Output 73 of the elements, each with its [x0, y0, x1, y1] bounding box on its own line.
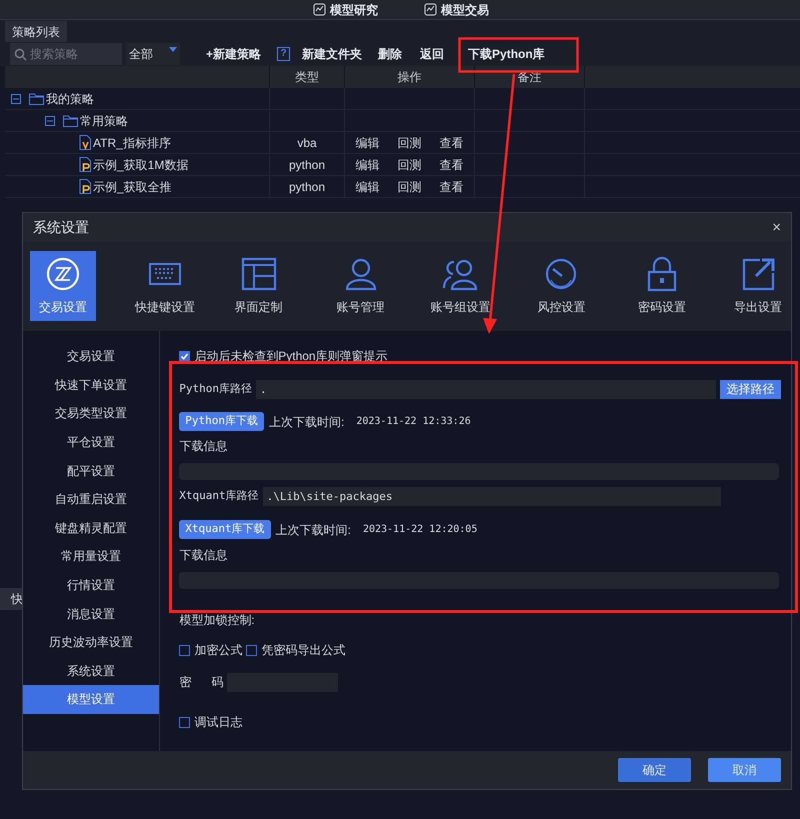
section-label: 模型加锁控制:: [179, 612, 255, 628]
sidebar-item[interactable]: 消息设置: [23, 599, 160, 628]
settings-category-tab[interactable]: 账号管理: [328, 251, 394, 321]
last-download-label: 上次下载时间:: [276, 522, 351, 538]
checkbox-label: 加密公式: [194, 642, 242, 659]
sidebar-item[interactable]: 交易设置: [23, 342, 160, 371]
toolbar-button[interactable]: 下载Python库: [468, 45, 545, 63]
checkbox-label: 凭密码导出公式: [261, 642, 346, 659]
tree-item[interactable]: 常用策略: [80, 112, 128, 130]
settings-category-tab[interactable]: 交易设置: [30, 251, 96, 321]
settings-category-tab[interactable]: 快捷键设置: [132, 251, 198, 321]
checkbox-label: 调试日志: [194, 714, 242, 731]
sidebar-item[interactable]: 系统设置: [23, 656, 160, 686]
toolbar-button[interactable]: +新建策略: [206, 45, 262, 63]
sidebar-item[interactable]: 常用量设置: [23, 542, 160, 571]
path-field[interactable]: .: [256, 380, 716, 398]
action-link[interactable]: 查看: [440, 156, 464, 174]
action-link[interactable]: 回测: [398, 156, 422, 174]
last-download-time: 2023-11-22 12:20:05: [362, 523, 478, 537]
dialog-title: 系统设置: [33, 218, 89, 236]
action-link[interactable]: 回测: [398, 178, 422, 196]
filter-dropdown[interactable]: 全部: [126, 43, 180, 65]
settings-category-tab[interactable]: 账号组设置: [428, 251, 494, 321]
action-link[interactable]: 编辑: [356, 178, 380, 196]
top-tab[interactable]: 模型研究: [313, 0, 378, 18]
sidebar-item[interactable]: 历史波动率设置: [23, 628, 160, 657]
action-link[interactable]: 查看: [440, 178, 464, 196]
path-field[interactable]: .\Lib\site-packages: [262, 486, 721, 506]
action-link[interactable]: 查看: [440, 134, 464, 152]
sidebar-item[interactable]: 键盘精灵配置: [23, 514, 160, 542]
choose-path-button[interactable]: 选择路径: [720, 380, 781, 398]
tree-item[interactable]: ATR_指标排序: [93, 134, 171, 152]
sidebar-item[interactable]: 平仓设置: [23, 428, 160, 456]
download-button[interactable]: Python库下载: [179, 412, 264, 431]
last-download-time: 2023-11-22 12:33:26: [356, 415, 471, 429]
action-link[interactable]: 回测: [398, 134, 422, 152]
toolbar-button[interactable]: 删除: [378, 45, 402, 63]
download-button[interactable]: Xtquant库下载: [179, 520, 271, 539]
sidebar-item[interactable]: 配平设置: [23, 456, 160, 485]
type-cell-text: vba: [297, 134, 317, 152]
tree-item[interactable]: 示例_获取1M数据: [93, 156, 188, 174]
settings-category-tab[interactable]: 风控设置: [528, 251, 594, 321]
sidebar-item[interactable]: 快速下单设置: [23, 370, 160, 400]
tree-item[interactable]: 示例_获取全推: [93, 178, 172, 196]
action-link[interactable]: 编辑: [356, 134, 380, 152]
field-label: Python库路径: [179, 380, 252, 397]
toolbar-button[interactable]: 返回: [420, 45, 444, 63]
sidebar-item[interactable]: 自动重启设置: [23, 484, 160, 514]
panel-tab[interactable]: 策略列表: [5, 21, 67, 42]
top-tab[interactable]: 模型交易: [424, 0, 489, 18]
action-link[interactable]: 编辑: [356, 156, 380, 174]
column-header: 操作: [398, 69, 422, 86]
dialog-button[interactable]: 确定: [618, 758, 691, 782]
settings-category-tab[interactable]: 界面定制: [226, 251, 292, 321]
sidebar-item[interactable]: 模型设置: [23, 685, 160, 714]
settings-category-tab[interactable]: 密码设置: [629, 251, 696, 321]
field-label: 码: [211, 674, 224, 691]
settings-category-tab[interactable]: 导出设置: [725, 251, 791, 321]
column-header: 类型: [295, 69, 319, 86]
info-label: 下载信息: [179, 438, 228, 455]
last-download-label: 上次下载时间:: [269, 414, 344, 430]
field-label: 密: [179, 674, 192, 691]
toolbar-button[interactable]: 新建文件夹: [302, 45, 362, 63]
help-button[interactable]: ?: [277, 47, 290, 61]
field-label: Xtquant库路径: [179, 488, 259, 504]
sidebar-item[interactable]: 行情设置: [23, 570, 160, 600]
close-button[interactable]: ×: [772, 220, 781, 234]
search-field[interactable]: 搜索策略: [10, 43, 122, 65]
info-label: 下载信息: [179, 547, 228, 564]
tree-item[interactable]: 我的策略: [46, 90, 94, 108]
sidebar-item[interactable]: 交易类型设置: [23, 399, 160, 428]
type-cell-text: python: [288, 156, 326, 174]
type-cell-text: python: [288, 178, 326, 196]
